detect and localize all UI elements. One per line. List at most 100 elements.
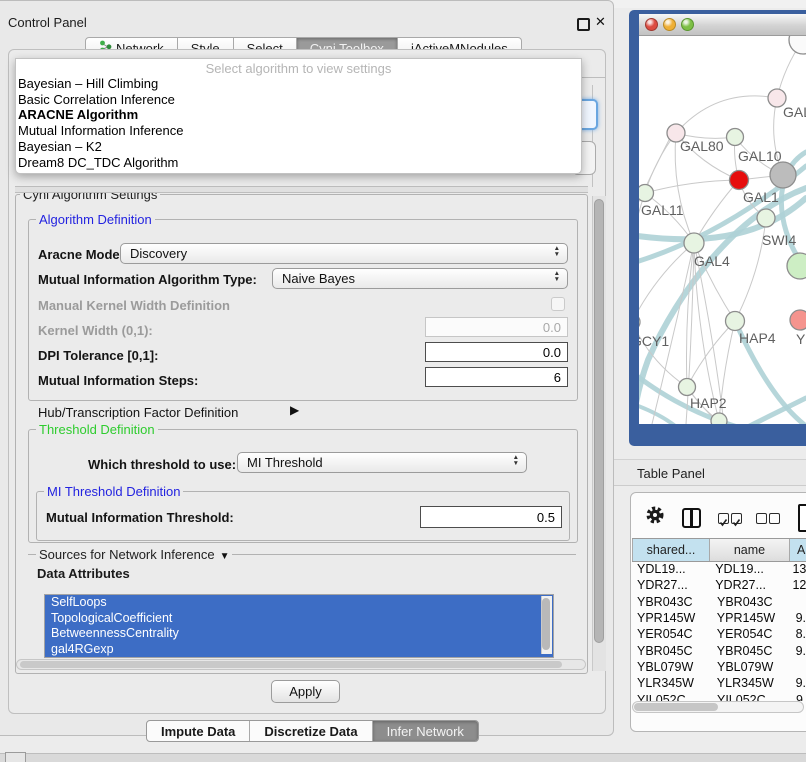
network-node-label: GAL4 <box>694 253 730 269</box>
algorithm-option[interactable]: ARACNE Algorithm <box>16 107 581 123</box>
dpi-tolerance-label: DPI Tolerance [0,1]: <box>38 348 158 363</box>
algorithm-dropdown[interactable]: Select algorithm to view settings Bayesi… <box>15 58 582 174</box>
mi-threshold-field[interactable]: 0.5 <box>420 506 562 528</box>
table-row[interactable]: YER054CYER054C8. <box>632 626 806 642</box>
hub-definition-disclosure[interactable]: Hub/Transcription Factor Definition <box>38 405 238 420</box>
column-header-partial[interactable]: A <box>790 539 806 561</box>
table-row[interactable]: YBR045CYBR045C9. <box>632 642 806 658</box>
algorithm-option[interactable]: Bayesian – Hill Climbing <box>16 76 581 92</box>
network-node[interactable] <box>790 310 806 330</box>
table-cell: YER054C <box>632 627 710 641</box>
network-node[interactable] <box>757 209 775 227</box>
float-window-icon[interactable] <box>577 18 590 31</box>
mi-type-select[interactable]: Naive Bayes ▲▼ <box>272 268 568 289</box>
attributes-scrollbar-thumb[interactable] <box>542 598 550 650</box>
combo-spinner-icon: ▲▼ <box>554 246 560 257</box>
network-edge[interactable] <box>639 243 694 322</box>
table-cell: 9. <box>790 676 806 690</box>
table-settings-gear-icon[interactable] <box>645 505 665 530</box>
network-edge[interactable] <box>686 243 694 387</box>
settings-horizontal-scrollbar-thumb[interactable] <box>20 661 562 668</box>
table-row[interactable]: YBL079WYBL079W <box>632 659 806 675</box>
algorithm-option[interactable]: Dream8 DC_TDC Algorithm <box>16 155 581 171</box>
network-node-label: GCY1 <box>639 333 669 349</box>
disclosure-right-icon[interactable]: ▶ <box>290 403 299 417</box>
network-node[interactable] <box>711 413 727 424</box>
table-cell: YBR043C <box>632 595 710 609</box>
aracne-mode-select[interactable]: Discovery ▲▼ <box>120 243 568 264</box>
algorithm-option[interactable]: Bayesian – K2 <box>16 139 581 155</box>
minimize-traffic-light-icon[interactable] <box>663 18 676 31</box>
control-panel-title: Control Panel <box>8 15 87 30</box>
network-node[interactable] <box>679 379 696 396</box>
which-threshold-select[interactable]: MI Threshold ▲▼ <box>237 452 527 473</box>
network-node-label: HAP4 <box>739 330 776 346</box>
network-node[interactable] <box>727 129 744 146</box>
network-node[interactable] <box>789 36 806 54</box>
algorithm-dropdown-list: Bayesian – Hill ClimbingBasic Correlatio… <box>16 76 581 170</box>
aracne-mode-label: Aracne Mode: <box>38 247 124 262</box>
table-cell: 9 <box>790 693 803 701</box>
network-canvas[interactable]: GALGAL80GAL10GAL1GAL11SWI4GAL4GCY1HAP4YH… <box>639 36 806 424</box>
disclosure-down-icon[interactable]: ▼ <box>220 551 230 562</box>
deselect-all-check-icon[interactable] <box>769 513 780 524</box>
table-cell: YBR045C <box>710 644 790 658</box>
tab-infer-network[interactable]: Infer Network <box>373 721 478 741</box>
table-horizontal-scrollbar-thumb[interactable] <box>634 703 718 711</box>
deselect-all-check-icon[interactable] <box>756 513 767 524</box>
table-row[interactable]: YBR043CYBR043C <box>632 594 806 610</box>
apply-button[interactable]: Apply <box>271 680 340 703</box>
select-all-check-icon[interactable] <box>718 513 729 524</box>
kernel-width-field[interactable]: 0.0 <box>425 317 568 337</box>
split-columns-icon[interactable] <box>682 508 701 528</box>
table-cell: YIL052C <box>632 693 710 701</box>
network-node[interactable] <box>639 185 654 202</box>
network-edge[interactable] <box>676 96 777 133</box>
network-edge[interactable] <box>645 180 739 193</box>
table-header-row: shared... name A <box>632 538 806 562</box>
table-row[interactable]: YPR145WYPR145W9. <box>632 610 806 626</box>
table-row[interactable]: YIL052CYIL052C9 <box>632 691 806 701</box>
network-node-label: GAL10 <box>738 148 782 164</box>
network-edge[interactable] <box>645 133 676 193</box>
table-cell: YER054C <box>710 627 790 641</box>
network-node-label: HAP2 <box>690 395 727 411</box>
data-attribute-item[interactable]: gal4RGexp <box>45 642 553 658</box>
column-header-shared-name[interactable]: shared... <box>632 539 710 561</box>
tab-impute-data[interactable]: Impute Data <box>147 721 250 741</box>
data-attribute-item[interactable]: TopologicalCoefficient <box>45 611 553 627</box>
table-row[interactable]: YDL19...YDL19...13 <box>632 561 806 577</box>
zoom-traffic-light-icon[interactable] <box>681 18 694 31</box>
data-attribute-item[interactable]: SelfLoops <box>45 595 553 611</box>
network-node-label: SWI4 <box>762 232 796 248</box>
tab-discretize-data[interactable]: Discretize Data <box>250 721 372 741</box>
column-header-name[interactable]: name <box>710 539 790 561</box>
network-node[interactable] <box>787 253 806 279</box>
data-attribute-item[interactable]: BetweennessCentrality <box>45 626 553 642</box>
network-node[interactable] <box>639 314 640 330</box>
select-all-check-icon[interactable] <box>731 513 742 524</box>
network-node[interactable] <box>726 312 745 331</box>
network-node[interactable] <box>730 171 749 190</box>
network-node[interactable] <box>770 162 796 188</box>
dpi-tolerance-field[interactable]: 0.0 <box>425 342 568 362</box>
mi-steps-field[interactable]: 6 <box>425 367 568 387</box>
settings-vertical-scrollbar-thumb[interactable] <box>594 199 604 643</box>
sources-legend[interactable]: Sources for Network Inference▼ <box>36 547 232 562</box>
algorithm-option[interactable]: Mutual Information Inference <box>16 123 581 139</box>
table-panel-title: Table Panel <box>637 466 705 481</box>
table-cell: YDL19... <box>632 562 708 576</box>
table-cell: YDR27... <box>632 578 708 592</box>
close-icon[interactable]: ✕ <box>595 14 606 30</box>
table-cell: 9. <box>790 644 806 658</box>
data-attributes-list[interactable]: SelfLoopsTopologicalCoefficientBetweenne… <box>44 594 554 658</box>
algorithm-option[interactable]: Basic Correlation Inference <box>16 92 581 108</box>
table-row[interactable]: YLR345WYLR345W9. <box>632 675 806 691</box>
collapsed-panel-handle[interactable] <box>5 752 26 762</box>
network-node[interactable] <box>684 233 704 253</box>
document-icon[interactable] <box>798 504 806 532</box>
algorithm-dropdown-prompt: Select algorithm to view settings <box>16 59 581 76</box>
close-traffic-light-icon[interactable] <box>645 18 658 31</box>
manual-kernel-checkbox[interactable] <box>551 297 565 311</box>
table-row[interactable]: YDR27...YDR27...12 <box>632 577 806 593</box>
